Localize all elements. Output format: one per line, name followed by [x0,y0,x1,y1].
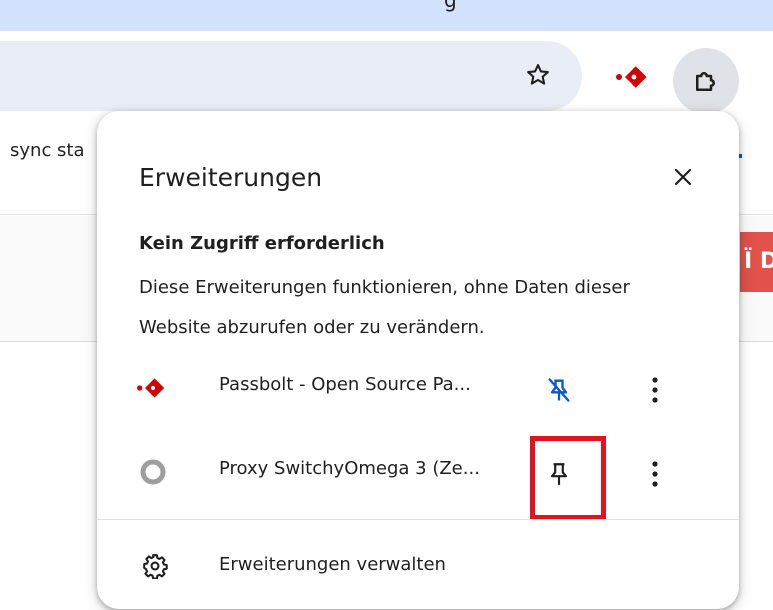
passbolt-icon [137,372,169,404]
browser-toolbar [0,31,773,121]
unpin-icon [548,378,570,402]
section-heading: Kein Zugriff erforderlich [139,233,385,254]
switchyomega-icon [137,456,169,488]
star-outline-icon [527,64,549,85]
extensions-popup: Erweiterungen Kein Zugriff erforderlich … [97,111,739,609]
more-options-button[interactable] [635,454,675,494]
extension-name: Passbolt - Open Source Pa... [219,374,471,395]
close-icon [674,168,692,186]
unpin-button[interactable] [539,370,579,410]
address-bar[interactable] [0,41,582,111]
more-vert-icon [652,377,658,403]
bookmark-button[interactable] [518,55,558,95]
more-vert-icon [652,461,658,487]
title-bar: g [0,0,773,31]
pin-button-highlight [530,436,606,520]
extension-item-passbolt[interactable]: Passbolt - Open Source Pa... [97,358,739,418]
more-options-button[interactable] [635,370,675,410]
puzzle-piece-icon [696,72,715,91]
gear-icon [141,552,169,580]
bookmark-item[interactable]: sync sta [10,140,100,161]
extension-item-switchyomega[interactable]: Proxy SwitchyOmega 3 (Ze... [97,442,739,502]
window-title: g [444,0,457,12]
popup-divider [97,519,739,520]
manage-extensions-button[interactable]: Erweiterungen verwalten [97,538,739,594]
popup-title: Erweiterungen [139,163,323,192]
page-red-button[interactable]: Ï D [740,232,773,292]
manage-extensions-label: Erweiterungen verwalten [219,554,446,575]
close-button[interactable] [663,157,703,197]
extension-name: Proxy SwitchyOmega 3 (Ze... [219,458,480,479]
passbolt-icon [616,66,647,88]
section-description: Diese Erweiterungen funktionieren, ohne … [139,277,630,338]
passbolt-toolbar-button[interactable] [612,55,656,99]
extensions-button[interactable] [673,48,739,114]
browser-window: g sync sta Ï D Erweiterungen Kein Zugrif… [0,0,773,610]
